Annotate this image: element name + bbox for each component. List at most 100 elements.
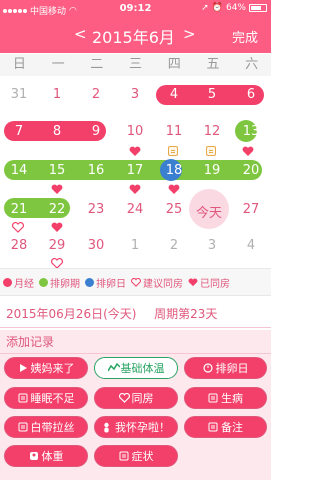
calendar-day[interactable]: 3 bbox=[193, 238, 231, 253]
scale-icon bbox=[29, 451, 39, 461]
button-label: 白带拉丝 bbox=[30, 421, 75, 434]
calendar-day[interactable]: 2 bbox=[155, 238, 193, 253]
clock-icon bbox=[202, 363, 213, 373]
legend-suggested: 建议同房 bbox=[131, 275, 183, 290]
weekday-wed: 三 bbox=[129, 57, 143, 72]
pregnant-button[interactable]: 我怀孕啦！ bbox=[94, 416, 178, 438]
calendar-day[interactable]: 10 bbox=[116, 124, 154, 139]
calendar-day[interactable]: 4 bbox=[232, 238, 270, 253]
location-icon: ➚ bbox=[201, 3, 209, 13]
calendar-day-today[interactable]: 今天 bbox=[190, 202, 228, 221]
selected-date: 2015年06月26日(今天) bbox=[6, 307, 137, 321]
legend-ovulation-day: 排卵日 bbox=[85, 275, 126, 290]
weight-button[interactable]: 体重 bbox=[4, 445, 88, 467]
button-label: 症状 bbox=[131, 450, 154, 463]
legend-label: 月经 bbox=[14, 278, 34, 290]
calendar-day[interactable]: 2 bbox=[77, 87, 115, 102]
month-title: 2015年6月 bbox=[92, 28, 175, 47]
calendar-day[interactable]: 5 bbox=[193, 87, 231, 102]
discharge-button[interactable]: 白带拉丝 bbox=[4, 416, 88, 438]
calendar-day[interactable]: 17 bbox=[116, 163, 154, 178]
button-label: 排卵日 bbox=[215, 362, 249, 375]
calendar-day[interactable]: 18 bbox=[155, 163, 193, 178]
legend-label: 建议同房 bbox=[143, 278, 183, 290]
alarm-icon: ⏰ bbox=[211, 3, 223, 13]
record-title: 添加记录 bbox=[6, 335, 55, 349]
heart-filled-icon bbox=[129, 184, 141, 194]
calendar-day[interactable]: 30 bbox=[77, 238, 115, 253]
calendar-day[interactable]: 1 bbox=[116, 238, 154, 253]
info-divider bbox=[0, 327, 271, 328]
legend-period: 月经 bbox=[3, 275, 34, 290]
calendar-day[interactable]: 9 bbox=[77, 124, 115, 139]
calendar-day[interactable]: 12 bbox=[193, 124, 231, 139]
symptom-button[interactable]: 症状 bbox=[94, 445, 178, 467]
legend-label: 已同房 bbox=[200, 278, 230, 290]
legend-label: 排卵日 bbox=[96, 278, 126, 290]
done-button[interactable]: 完成 bbox=[232, 27, 258, 46]
note-icon bbox=[208, 422, 218, 432]
legend-ovulation-period: 排卵期 bbox=[39, 275, 80, 290]
period-start-button[interactable]: 姨妈来了 bbox=[4, 357, 88, 379]
calendar-grid: 31 1 2 3 4 5 6 7 8 9 10 11 12 13 14 15 1… bbox=[0, 76, 271, 269]
calendar-day[interactable]: 25 bbox=[155, 202, 193, 217]
nav-bar: < 2015年6月 > 完成 bbox=[0, 19, 271, 53]
button-label: 生病 bbox=[221, 392, 243, 405]
calendar-day[interactable]: 16 bbox=[77, 163, 115, 178]
sleep-button[interactable]: 睡眠不足 bbox=[4, 387, 88, 409]
note-icon bbox=[208, 393, 218, 403]
heart-filled-icon bbox=[51, 184, 63, 194]
calendar-day[interactable]: 4 bbox=[155, 87, 193, 102]
sick-button[interactable]: 生病 bbox=[184, 387, 267, 409]
note-icon bbox=[168, 146, 178, 156]
calendar-day[interactable]: 19 bbox=[193, 163, 231, 178]
calendar-day[interactable]: 27 bbox=[232, 202, 270, 217]
button-label: 我怀孕啦！ bbox=[115, 421, 170, 434]
calendar-day[interactable]: 7 bbox=[0, 124, 38, 139]
calendar-day[interactable]: 29 bbox=[38, 238, 76, 253]
weekday-tue: 二 bbox=[90, 57, 104, 72]
memo-button[interactable]: 备注 bbox=[184, 416, 267, 438]
calendar-day[interactable]: 23 bbox=[77, 202, 115, 217]
calendar-day[interactable]: 3 bbox=[116, 87, 154, 102]
legend-done: 已同房 bbox=[188, 275, 230, 290]
calendar-day[interactable]: 31 bbox=[0, 87, 38, 102]
calendar-day[interactable]: 14 bbox=[0, 163, 38, 178]
weekday-fri: 五 bbox=[206, 57, 220, 72]
calendar-day[interactable]: 6 bbox=[232, 87, 270, 102]
button-label: 基础体温 bbox=[120, 362, 165, 375]
legend-label: 排卵期 bbox=[50, 278, 80, 290]
intercourse-button[interactable]: 同房 bbox=[94, 387, 178, 409]
status-bar: 中国移动 ◠ 09:12 ➚ ⏰ 64% bbox=[0, 0, 271, 19]
heart-outline-icon bbox=[12, 222, 24, 233]
note-icon bbox=[18, 393, 28, 403]
ovulation-day-button[interactable]: 排卵日 bbox=[184, 357, 267, 379]
calendar-day[interactable]: 15 bbox=[38, 163, 76, 178]
button-label: 同房 bbox=[131, 392, 154, 405]
heart-filled-icon bbox=[51, 222, 63, 232]
calendar-day[interactable]: 11 bbox=[155, 124, 193, 139]
calendar-day[interactable]: 24 bbox=[116, 202, 154, 217]
note-icon bbox=[119, 451, 129, 461]
heart-filled-icon bbox=[188, 277, 198, 286]
temperature-chart-icon bbox=[106, 362, 121, 373]
button-label: 体重 bbox=[41, 450, 64, 463]
basal-temp-button[interactable]: 基础体温 bbox=[94, 357, 178, 379]
note-icon bbox=[206, 146, 216, 156]
heart-outline-icon bbox=[118, 392, 130, 403]
calendar-day[interactable]: 1 bbox=[38, 87, 76, 102]
calendar-day[interactable]: 28 bbox=[0, 238, 38, 253]
button-label: 睡眠不足 bbox=[30, 392, 75, 405]
weekday-sun: 日 bbox=[12, 57, 26, 72]
calendar-day[interactable]: 13 bbox=[232, 124, 270, 139]
calendar-day[interactable]: 20 bbox=[232, 163, 270, 178]
calendar-day[interactable]: 21 bbox=[0, 202, 38, 217]
period-dot-icon bbox=[3, 277, 12, 287]
ovulation-day-dot-icon bbox=[85, 277, 94, 287]
prev-month-button[interactable]: < bbox=[74, 25, 87, 43]
calendar-day[interactable]: 8 bbox=[38, 124, 76, 139]
calendar-day[interactable]: 22 bbox=[38, 202, 76, 217]
record-divider bbox=[0, 353, 271, 354]
next-month-button[interactable]: > bbox=[183, 25, 196, 43]
legend-bar: 月经 排卵期 排卵日 建议同房 已同房 bbox=[0, 268, 271, 296]
